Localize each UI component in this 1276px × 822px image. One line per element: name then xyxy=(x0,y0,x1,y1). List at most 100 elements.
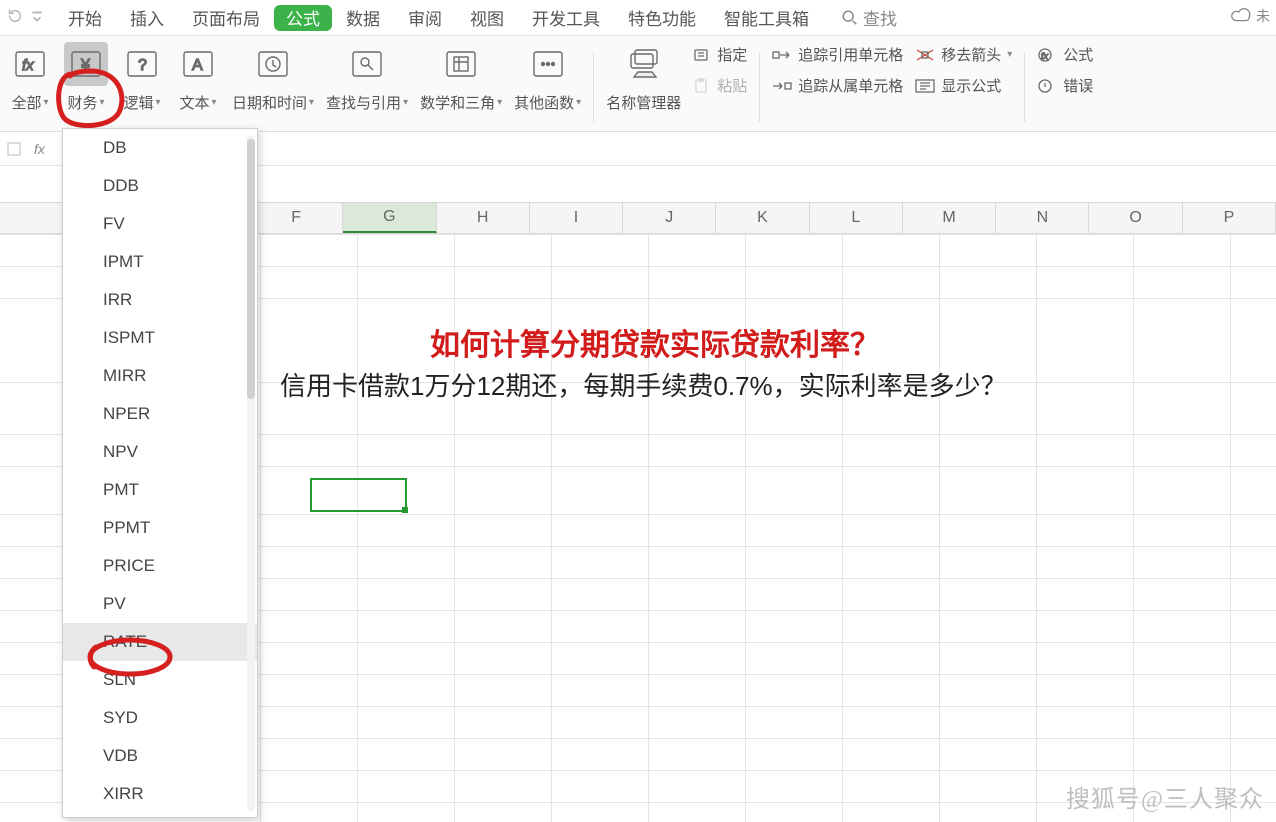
fn-item-pmt[interactable]: PMT xyxy=(63,471,257,509)
fn-item-ipmt[interactable]: IPMT xyxy=(63,243,257,281)
redo-icon[interactable] xyxy=(6,7,24,28)
tab-start[interactable]: 开始 xyxy=(54,0,116,36)
financial-functions-dropdown: DB DDB FV IPMT IRR ISPMT MIRR NPER NPV P… xyxy=(62,128,258,818)
dropdown-scrollbar[interactable] xyxy=(247,135,255,811)
fn-item-fv[interactable]: FV xyxy=(63,205,257,243)
error-check-button[interactable]: 错误 xyxy=(1037,75,1093,96)
tab-data[interactable]: 数据 xyxy=(332,0,394,36)
yen-book-icon: ¥ xyxy=(64,42,108,86)
warning-icon xyxy=(1037,78,1057,94)
paste-name-button[interactable]: 粘贴 xyxy=(693,75,747,96)
trace-dependents-button[interactable]: 追踪从属单元格 xyxy=(772,75,903,96)
fn-item-price[interactable]: PRICE xyxy=(63,547,257,585)
col-header-P[interactable]: P xyxy=(1183,203,1276,233)
fn-item-syd[interactable]: SYD xyxy=(63,699,257,737)
qat-dropdown-icon[interactable] xyxy=(30,9,44,26)
fx-icon: fx xyxy=(34,141,45,157)
search-icon xyxy=(841,9,859,27)
svg-text:A: A xyxy=(192,57,203,74)
lookup-book-icon xyxy=(345,42,389,86)
remove-arrows-label: 移去箭头 xyxy=(941,44,1001,65)
col-header-N[interactable]: N xyxy=(996,203,1089,233)
ribbon-logical[interactable]: ? 逻辑▾ xyxy=(114,42,170,132)
ribbon-other-label: 其他函数 xyxy=(514,92,574,113)
formula-tag-button[interactable]: fx 公式 xyxy=(1037,44,1093,65)
col-header-M[interactable]: M xyxy=(903,203,996,233)
name-actions: 指定 粘贴 xyxy=(687,42,753,98)
fn-item-sln[interactable]: SLN xyxy=(63,661,257,699)
col-header-F[interactable]: F xyxy=(250,203,343,233)
ribbon-all-label: 全部 xyxy=(11,92,41,113)
ribbon-other-fn[interactable]: 其他函数▾ xyxy=(508,42,587,132)
tab-formulas[interactable]: 公式 xyxy=(274,5,332,31)
grid[interactable]: 如何计算分期贷款实际贷款利率？ 信用卡借款1万分12期还，每期手续费0.7%，实… xyxy=(260,234,1276,822)
col-header-H[interactable]: H xyxy=(437,203,530,233)
tab-page-layout[interactable]: 页面布局 xyxy=(178,0,274,36)
col-header-K[interactable]: K xyxy=(716,203,809,233)
watermark: 搜狐号@三人聚众 xyxy=(1066,779,1264,814)
fn-item-ddb[interactable]: DDB xyxy=(63,167,257,205)
formula-tag-label: 公式 xyxy=(1063,44,1093,65)
remove-arrows-icon xyxy=(915,48,935,62)
tab-devtools[interactable]: 开发工具 xyxy=(518,0,614,36)
fn-item-mirr[interactable]: MIRR xyxy=(63,357,257,395)
cloud-icon xyxy=(1230,7,1252,25)
fn-item-nper[interactable]: NPER xyxy=(63,395,257,433)
ribbon-lookup[interactable]: 查找与引用▾ xyxy=(320,42,414,132)
other-book-icon xyxy=(526,42,570,86)
trace-precedents-label: 追踪引用单元格 xyxy=(798,44,903,65)
trace-precedents-button[interactable]: 追踪引用单元格 xyxy=(772,44,903,65)
ribbon-financial[interactable]: ¥ 财务▾ xyxy=(58,42,114,132)
cloud-sync[interactable]: 未 xyxy=(1230,6,1270,26)
trace-dependents-icon xyxy=(772,79,792,93)
show-formulas-icon xyxy=(915,79,935,93)
col-header-J[interactable]: J xyxy=(623,203,716,233)
ribbon-name-manager[interactable]: 名称管理器 xyxy=(600,42,687,132)
fn-item-ppmt[interactable]: PPMT xyxy=(63,509,257,547)
col-header-I[interactable]: I xyxy=(530,203,623,233)
menu-bar: 开始 插入 页面布局 公式 数据 审阅 视图 开发工具 特色功能 智能工具箱 查… xyxy=(0,0,1276,36)
trace-precedents-icon xyxy=(772,48,792,62)
fn-item-npv[interactable]: NPV xyxy=(63,433,257,471)
tab-view[interactable]: 视图 xyxy=(456,0,518,36)
ribbon-math[interactable]: 数学和三角▾ xyxy=(414,42,508,132)
ribbon-datetime[interactable]: 日期和时间▾ xyxy=(226,42,320,132)
ribbon-datetime-label: 日期和时间 xyxy=(232,92,307,113)
separator xyxy=(759,52,760,122)
tag-icon xyxy=(693,47,711,63)
fn-item-ispmt[interactable]: ISPMT xyxy=(63,319,257,357)
fx-tag-icon: fx xyxy=(1037,47,1057,63)
show-formulas-button[interactable]: 显示公式 xyxy=(915,75,1012,96)
tab-special[interactable]: 特色功能 xyxy=(614,0,710,36)
assign-name-button[interactable]: 指定 xyxy=(693,44,747,65)
text-book-icon: A xyxy=(176,42,220,86)
col-header-L[interactable]: L xyxy=(810,203,903,233)
selected-cell[interactable] xyxy=(310,478,407,512)
tab-smart-toolbox[interactable]: 智能工具箱 xyxy=(710,0,823,36)
cloud-label: 未 xyxy=(1256,6,1270,26)
ribbon-insert-fn[interactable]: fx 全部▾ xyxy=(2,42,58,132)
ribbon-financial-label: 财务 xyxy=(67,92,97,113)
fn-item-xirr[interactable]: XIRR xyxy=(63,775,257,813)
fn-item-irr[interactable]: IRR xyxy=(63,281,257,319)
fn-item-pv[interactable]: PV xyxy=(63,585,257,623)
tab-review[interactable]: 审阅 xyxy=(394,0,456,36)
name-box-icon xyxy=(6,140,24,158)
error-label: 错误 xyxy=(1063,75,1093,96)
remove-arrows-button[interactable]: 移去箭头▾ xyxy=(915,44,1012,65)
fn-item-vdb[interactable]: VDB xyxy=(63,737,257,775)
title-text: 如何计算分期贷款实际贷款利率？ xyxy=(430,320,880,364)
ribbon-text-label: 文本 xyxy=(179,92,209,113)
svg-text:?: ? xyxy=(138,57,147,74)
show-formulas-label: 显示公式 xyxy=(941,75,1001,96)
col-header-G[interactable]: G xyxy=(343,203,436,233)
fn-item-rate[interactable]: RATE xyxy=(63,623,257,661)
col-header-O[interactable]: O xyxy=(1089,203,1182,233)
search-box[interactable]: 查找 xyxy=(841,5,897,30)
fn-item-db[interactable]: DB xyxy=(63,129,257,167)
search-label: 查找 xyxy=(863,5,897,30)
paste-label: 粘贴 xyxy=(717,75,747,96)
separator xyxy=(593,52,594,122)
tab-insert[interactable]: 插入 xyxy=(116,0,178,36)
ribbon-text[interactable]: A 文本▾ xyxy=(170,42,226,132)
